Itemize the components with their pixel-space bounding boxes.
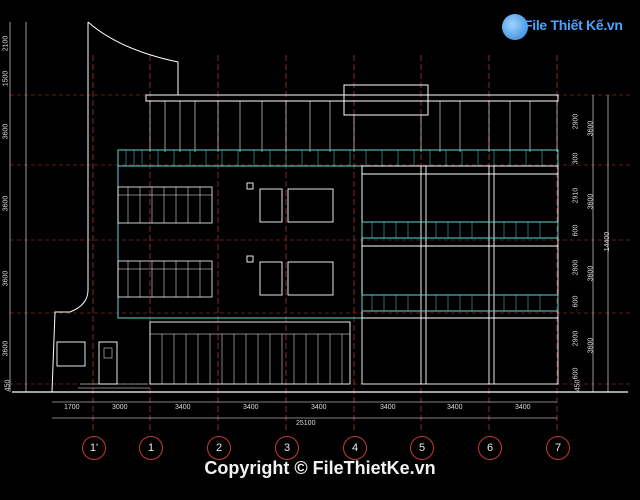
axis-bubble-5: 5	[410, 436, 434, 460]
roof-penthouse	[343, 84, 429, 116]
dim-bottom-4: 3400	[243, 404, 259, 411]
axis-bubble-1p: 1'	[82, 436, 106, 460]
watermark-logo: File Thiết Kế.vn	[502, 12, 623, 42]
dim-right-mid-3: 3600	[587, 265, 595, 282]
window-band-3f	[117, 186, 213, 224]
annex-window	[56, 341, 86, 367]
dim-bottom-5: 3400	[311, 404, 327, 411]
axis-bubble-4: 4	[343, 436, 367, 460]
dim-bottom-6: 3400	[380, 404, 396, 411]
copyright-watermark: Copyright © FileThietKe.vn	[204, 458, 436, 478]
dim-right-6: 600	[572, 295, 580, 308]
ground-storefront	[149, 321, 351, 385]
roof-slab	[145, 94, 559, 102]
square-windows	[246, 182, 334, 296]
window-mullions-left	[118, 187, 212, 297]
dim-right-total: 14400	[604, 231, 612, 252]
dim-right-mid-4: 3600	[587, 337, 595, 354]
annex-door-panel	[103, 347, 113, 359]
dim-bottom-1: 1700	[64, 404, 80, 411]
elevation-canvas	[9, 21, 630, 432]
dim-left-3: 3600	[2, 123, 10, 140]
dim-right-2: 300	[572, 152, 580, 165]
dim-right-8: 600	[572, 367, 580, 380]
axis-grid-lines	[92, 55, 558, 432]
top-railing-balusters	[125, 150, 543, 166]
annex-door	[98, 341, 118, 385]
dimension-lines	[9, 22, 609, 419]
dim-bottom-8: 3400	[515, 404, 531, 411]
dim-bottom-2: 3000	[112, 404, 128, 411]
dim-right-3: 2910	[572, 187, 580, 204]
axis-bubble-6: 6	[478, 436, 502, 460]
top-railing	[117, 149, 559, 167]
dim-bottom-7: 3400	[447, 404, 463, 411]
dim-left-5: 3600	[2, 270, 10, 287]
dim-bottom-3: 3400	[175, 404, 191, 411]
dim-right-mid-2: 3600	[587, 193, 595, 210]
dim-left-7: 450	[4, 379, 12, 392]
axis-bubble-3: 3	[275, 436, 299, 460]
balcony-balusters	[371, 222, 541, 311]
axis-bubble-7: 7	[546, 436, 570, 460]
axis-bubble-1: 1	[139, 436, 163, 460]
dim-right-9: 450	[574, 379, 582, 392]
dim-left-1: 2100	[2, 35, 10, 52]
curved-wall-left	[51, 22, 89, 393]
dim-right-4: 600	[572, 224, 580, 237]
entrance-steps	[78, 383, 150, 389]
window-band-2f	[117, 260, 213, 298]
cad-elevation-drawing: 2100 1500 3600 3600 3600 3600 450 14400 …	[0, 0, 640, 500]
level-lines	[10, 94, 630, 385]
roof-glass-mullions	[149, 101, 558, 152]
right-facade-frame	[361, 165, 559, 385]
dim-right-1: 2900	[572, 113, 580, 130]
watermark-logo-text: File Thiết Kế.vn	[524, 17, 623, 33]
dim-left-6: 3600	[2, 340, 10, 357]
curved-wall-top	[87, 21, 179, 95]
dim-left-2: 1500	[2, 70, 10, 87]
axis-bubble-2: 2	[207, 436, 231, 460]
dim-left-4: 3600	[2, 195, 10, 212]
dim-bottom-total: 25100	[296, 420, 316, 427]
dim-right-7: 2900	[572, 330, 580, 347]
dim-right-mid-1: 3600	[587, 120, 595, 137]
storefront-mullions	[150, 333, 350, 384]
dim-right-5: 2800	[572, 259, 580, 276]
